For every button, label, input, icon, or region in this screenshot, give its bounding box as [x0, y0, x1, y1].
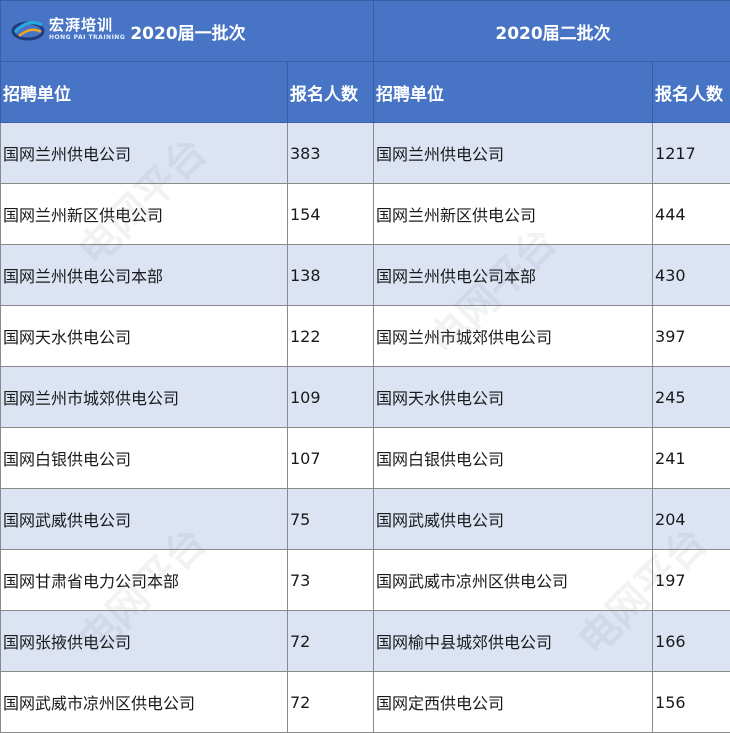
batch-1-count-cell: 154	[288, 184, 374, 245]
table-row: 国网兰州供电公司本部138国网兰州供电公司本部430	[1, 245, 730, 306]
batch-2-title: 2020届二批次	[374, 1, 730, 62]
batch-2-count-cell: 166	[653, 611, 730, 672]
batch-2-count-cell: 245	[653, 367, 730, 428]
batch-2-unit-cell: 国网天水供电公司	[374, 367, 653, 428]
batch-1-title: 2020届一批次	[130, 24, 245, 44]
batch-1-unit-cell: 国网白银供电公司	[1, 428, 288, 489]
registration-table: 宏湃培训 HONG PAI TRAINING 2020届一批次 2020届二批次…	[0, 0, 730, 733]
batch-1-unit-cell: 国网兰州供电公司本部	[1, 245, 288, 306]
batch-1-count-cell: 72	[288, 672, 374, 733]
batch-2-count-cell: 241	[653, 428, 730, 489]
batch-2-count-cell: 1217	[653, 123, 730, 184]
batch-1-count-cell: 109	[288, 367, 374, 428]
batch-1-unit-cell: 国网张掖供电公司	[1, 611, 288, 672]
batch-2-unit-cell: 国网兰州市城郊供电公司	[374, 306, 653, 367]
table-row: 国网白银供电公司107国网白银供电公司241	[1, 428, 730, 489]
table-row: 国网武威供电公司75国网武威供电公司204	[1, 489, 730, 550]
batch-2-count-header: 报名人数	[653, 62, 730, 123]
column-header-row: 招聘单位 报名人数 招聘单位 报名人数	[1, 62, 730, 123]
batch-1-count-cell: 138	[288, 245, 374, 306]
table-row: 国网甘肃省电力公司本部73国网武威市凉州区供电公司197	[1, 550, 730, 611]
batch-2-count-cell: 444	[653, 184, 730, 245]
batch-1-count-header: 报名人数	[288, 62, 374, 123]
batch-1-count-cell: 73	[288, 550, 374, 611]
batch-2-unit-cell: 国网榆中县城郊供电公司	[374, 611, 653, 672]
logo-name-cn: 宏湃培训	[49, 18, 125, 33]
batch-1-unit-cell: 国网武威供电公司	[1, 489, 288, 550]
swoosh-logo-icon	[11, 16, 45, 42]
table-row: 国网武威市凉州区供电公司72国网定西供电公司156	[1, 672, 730, 733]
logo-name-en: HONG PAI TRAINING	[49, 35, 125, 41]
batch-1-unit-cell: 国网天水供电公司	[1, 306, 288, 367]
batch-2-count-cell: 397	[653, 306, 730, 367]
table-row: 国网兰州供电公司383国网兰州供电公司1217	[1, 123, 730, 184]
batch-1-unit-cell: 国网兰州市城郊供电公司	[1, 367, 288, 428]
batch-2-count-cell: 204	[653, 489, 730, 550]
batch-2-count-cell: 430	[653, 245, 730, 306]
table-row: 国网张掖供电公司72国网榆中县城郊供电公司166	[1, 611, 730, 672]
batch-2-unit-cell: 国网白银供电公司	[374, 428, 653, 489]
company-logo: 宏湃培训 HONG PAI TRAINING	[11, 16, 125, 42]
batch-2-unit-cell: 国网武威市凉州区供电公司	[374, 550, 653, 611]
batch-2-unit-cell: 国网兰州供电公司本部	[374, 245, 653, 306]
table-row: 国网兰州新区供电公司154国网兰州新区供电公司444	[1, 184, 730, 245]
batch-2-count-cell: 156	[653, 672, 730, 733]
table-row: 国网兰州市城郊供电公司109国网天水供电公司245	[1, 367, 730, 428]
batch-1-title-cell: 宏湃培训 HONG PAI TRAINING 2020届一批次	[1, 1, 374, 62]
batch-2-count-cell: 197	[653, 550, 730, 611]
batch-1-unit-header: 招聘单位	[1, 62, 288, 123]
batch-2-unit-cell: 国网定西供电公司	[374, 672, 653, 733]
batch-1-unit-cell: 国网甘肃省电力公司本部	[1, 550, 288, 611]
batch-2-unit-cell: 国网兰州新区供电公司	[374, 184, 653, 245]
batch-1-unit-cell: 国网武威市凉州区供电公司	[1, 672, 288, 733]
batch-1-count-cell: 72	[288, 611, 374, 672]
batch-2-unit-cell: 国网武威供电公司	[374, 489, 653, 550]
batch-1-count-cell: 107	[288, 428, 374, 489]
batch-1-count-cell: 122	[288, 306, 374, 367]
batch-1-unit-cell: 国网兰州新区供电公司	[1, 184, 288, 245]
batch-1-count-cell: 75	[288, 489, 374, 550]
batch-title-row: 宏湃培训 HONG PAI TRAINING 2020届一批次 2020届二批次	[1, 1, 730, 62]
batch-1-count-cell: 383	[288, 123, 374, 184]
table-row: 国网天水供电公司122国网兰州市城郊供电公司397	[1, 306, 730, 367]
batch-1-unit-cell: 国网兰州供电公司	[1, 123, 288, 184]
batch-2-unit-header: 招聘单位	[374, 62, 653, 123]
batch-2-unit-cell: 国网兰州供电公司	[374, 123, 653, 184]
